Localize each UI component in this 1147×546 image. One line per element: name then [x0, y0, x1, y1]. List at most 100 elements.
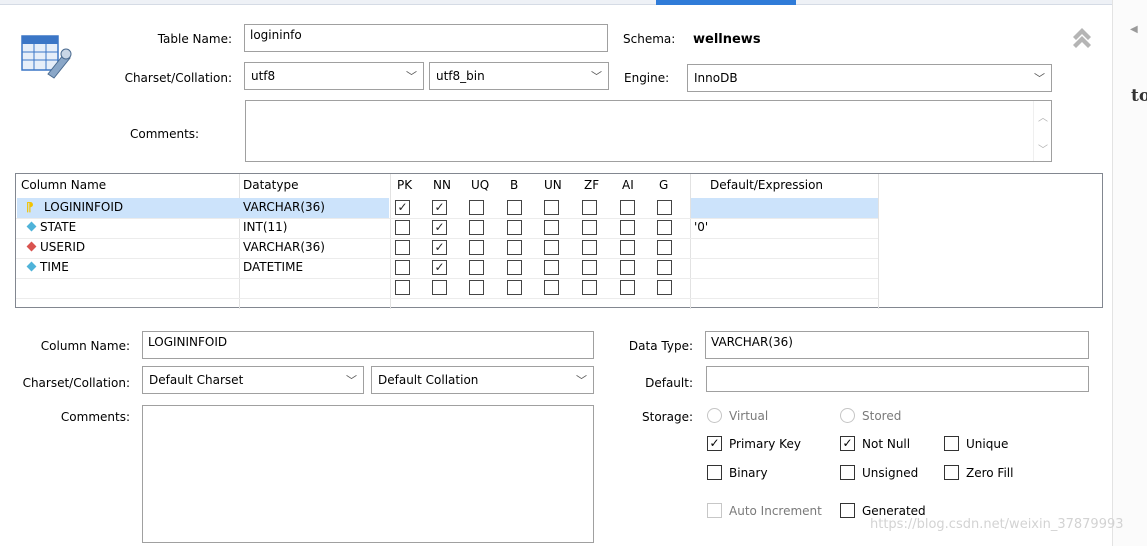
column-collation-select[interactable]: Default Collation ﹀: [371, 366, 594, 394]
zf-checkbox[interactable]: [582, 280, 597, 295]
g-checkbox[interactable]: [657, 280, 672, 295]
un-checkbox[interactable]: [544, 240, 559, 255]
charset-select[interactable]: utf8 ﹀: [244, 62, 424, 90]
table-name-input[interactable]: logininfo: [244, 24, 608, 52]
pk-checkbox[interactable]: ✓: [395, 200, 410, 215]
column-charset-select[interactable]: Default Charset ﹀: [142, 366, 364, 394]
cell-datatype[interactable]: VARCHAR(36): [243, 200, 325, 214]
virtual-radio[interactable]: Virtual: [707, 408, 768, 423]
col-header-ai[interactable]: AI: [622, 178, 634, 192]
column-charset-label: Charset/Collation:: [22, 376, 130, 390]
chevron-down-icon: ﹀: [591, 70, 602, 83]
table-row[interactable]: USERID VARCHAR(36) ✓: [16, 238, 1102, 258]
b-checkbox[interactable]: [507, 260, 522, 275]
ai-checkbox[interactable]: [620, 240, 635, 255]
pk-checkbox[interactable]: [395, 240, 410, 255]
scroll-up-icon[interactable]: ︿: [1038, 109, 1048, 124]
table-row[interactable]: TIME DATETIME ✓: [16, 258, 1102, 278]
ai-checkbox[interactable]: [620, 280, 635, 295]
default-input[interactable]: [706, 366, 1089, 392]
col-header-nn[interactable]: NN: [433, 178, 451, 192]
col-header-name[interactable]: Column Name: [21, 178, 106, 192]
col-header-zf[interactable]: ZF: [584, 178, 599, 192]
uq-checkbox[interactable]: [469, 220, 484, 235]
tab-active[interactable]: [656, 0, 796, 5]
generated-checkbox[interactable]: Generated: [840, 503, 926, 518]
b-checkbox[interactable]: [507, 240, 522, 255]
chevron-down-icon: ﹀: [576, 374, 587, 387]
ai-checkbox[interactable]: [620, 200, 635, 215]
uq-checkbox[interactable]: [469, 240, 484, 255]
b-checkbox[interactable]: [507, 220, 522, 235]
col-header-default[interactable]: Default/Expression: [710, 178, 823, 192]
zero-fill-checkbox[interactable]: Zero Fill: [944, 465, 1013, 480]
nn-checkbox[interactable]: ✓: [432, 240, 447, 255]
double-chevron-up-icon[interactable]: [1070, 24, 1094, 48]
table-row[interactable]: [16, 278, 1102, 298]
zf-checkbox[interactable]: [582, 240, 597, 255]
uq-checkbox[interactable]: [469, 200, 484, 215]
stored-radio[interactable]: Stored: [840, 408, 901, 423]
nn-checkbox[interactable]: [432, 280, 447, 295]
ai-checkbox[interactable]: [620, 220, 635, 235]
comments-scrollbar[interactable]: ︿ ﹀: [1033, 101, 1051, 161]
uq-checkbox[interactable]: [469, 260, 484, 275]
engine-select[interactable]: InnoDB ﹀: [687, 64, 1052, 92]
columns-grid[interactable]: Column Name Datatype PK NN UQ B UN ZF AI…: [15, 173, 1103, 309]
pk-checkbox[interactable]: [395, 280, 410, 295]
un-checkbox[interactable]: [544, 200, 559, 215]
column-name-input[interactable]: LOGININFOID: [142, 331, 594, 359]
pk-checkbox[interactable]: [395, 220, 410, 235]
col-header-uq[interactable]: UQ: [471, 178, 489, 192]
primary-key-checkbox[interactable]: ✓ Primary Key: [707, 436, 801, 451]
un-checkbox[interactable]: [544, 260, 559, 275]
g-checkbox[interactable]: [657, 260, 672, 275]
stored-label: Stored: [862, 408, 902, 423]
g-checkbox[interactable]: [657, 240, 672, 255]
cell-column-name[interactable]: TIME: [26, 260, 69, 274]
col-header-un[interactable]: UN: [544, 178, 562, 192]
unsigned-checkbox[interactable]: Unsigned: [840, 465, 918, 480]
zf-checkbox[interactable]: [582, 220, 597, 235]
ai-checkbox[interactable]: [620, 260, 635, 275]
collation-select[interactable]: utf8_bin ﹀: [429, 62, 609, 90]
unique-checkbox[interactable]: Unique: [944, 436, 1008, 451]
scroll-left-icon[interactable]: ◀: [1130, 24, 1138, 35]
data-type-input[interactable]: VARCHAR(36): [705, 331, 1089, 359]
nn-checkbox[interactable]: ✓: [432, 260, 447, 275]
cell-datatype[interactable]: INT(11): [243, 220, 287, 234]
data-type-label: Data Type:: [628, 339, 693, 353]
nn-checkbox[interactable]: ✓: [432, 200, 447, 215]
pk-checkbox[interactable]: [395, 260, 410, 275]
un-checkbox[interactable]: [544, 220, 559, 235]
cell-datatype[interactable]: DATETIME: [243, 260, 303, 274]
nn-checkbox[interactable]: ✓: [432, 220, 447, 235]
table-row[interactable]: STATE INT(11) ✓ '0': [16, 218, 1102, 238]
scroll-down-icon[interactable]: ﹀: [1038, 141, 1048, 156]
cell-column-name[interactable]: STATE: [26, 220, 76, 234]
binary-checkbox[interactable]: Binary: [707, 465, 768, 480]
zf-checkbox[interactable]: [582, 260, 597, 275]
comments-textarea[interactable]: ︿ ﹀: [245, 100, 1052, 162]
auto-increment-checkbox[interactable]: Auto Increment: [707, 503, 822, 518]
check-icon: ✓: [707, 436, 722, 451]
col-header-b[interactable]: B: [510, 178, 518, 192]
cell-default-expression[interactable]: '0': [694, 220, 708, 234]
column-diamond-icon: [26, 261, 37, 272]
b-checkbox[interactable]: [507, 200, 522, 215]
g-checkbox[interactable]: [657, 200, 672, 215]
g-checkbox[interactable]: [657, 220, 672, 235]
un-checkbox[interactable]: [544, 280, 559, 295]
zf-checkbox[interactable]: [582, 200, 597, 215]
col-header-g[interactable]: G: [659, 178, 668, 192]
cell-column-name[interactable]: ⁋ LOGININFOID: [26, 200, 123, 214]
cell-column-name[interactable]: USERID: [26, 240, 85, 254]
not-null-checkbox[interactable]: ✓ Not Null: [840, 436, 910, 451]
cell-datatype[interactable]: VARCHAR(36): [243, 240, 325, 254]
table-row[interactable]: ⁋ LOGININFOID VARCHAR(36) ✓ ✓: [16, 198, 1102, 218]
column-comments-textarea[interactable]: [142, 405, 594, 543]
col-header-pk[interactable]: PK: [397, 178, 412, 192]
uq-checkbox[interactable]: [469, 280, 484, 295]
col-header-datatype[interactable]: Datatype: [243, 178, 298, 192]
b-checkbox[interactable]: [507, 280, 522, 295]
